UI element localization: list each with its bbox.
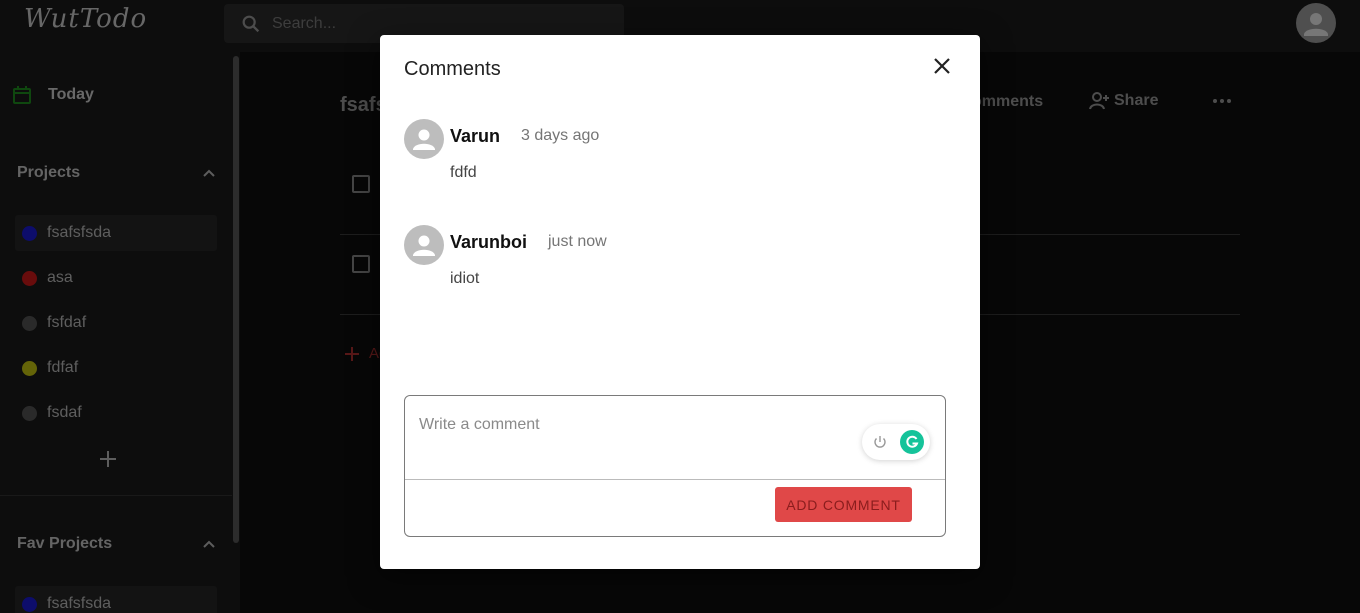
- commenter-avatar: [404, 119, 444, 159]
- comment-author: Varun: [450, 126, 501, 146]
- add-comment-button[interactable]: ADD COMMENT: [775, 487, 912, 522]
- comment-composer: ADD COMMENT: [404, 395, 946, 537]
- grammarly-widget[interactable]: [862, 424, 930, 460]
- person-icon: [413, 235, 435, 256]
- close-icon: [934, 58, 950, 74]
- comment-author: Varunboi: [450, 232, 528, 252]
- comment-timestamp: 3 days ago: [521, 127, 600, 144]
- close-button[interactable]: [928, 52, 956, 80]
- comment-text: idiot: [450, 270, 480, 287]
- comment-text: fdfd: [450, 164, 477, 181]
- comments-dialog: Comments Varun 3 days ago fdfd Varunboi …: [380, 35, 980, 569]
- comment-timestamp: just now: [548, 233, 607, 250]
- grammarly-g-icon: [906, 435, 919, 448]
- dialog-title: Comments: [404, 58, 501, 80]
- person-icon: [413, 129, 435, 150]
- commenter-avatar: [404, 225, 444, 265]
- power-icon[interactable]: [872, 434, 888, 450]
- grammarly-icon[interactable]: [900, 430, 924, 454]
